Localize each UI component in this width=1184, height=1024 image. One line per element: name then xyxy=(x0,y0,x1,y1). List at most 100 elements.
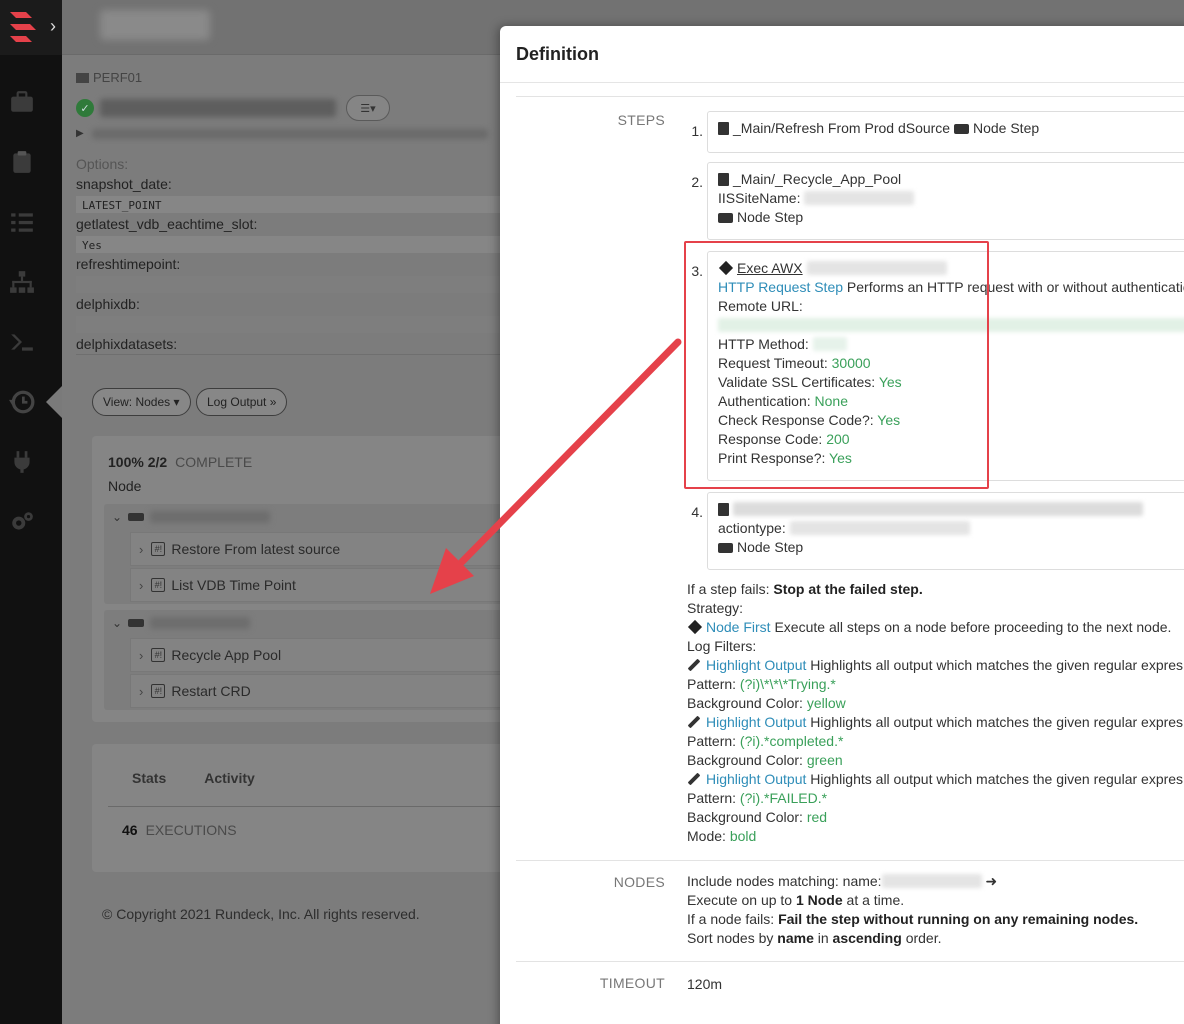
node-step-row[interactable]: › #! List VDB Time Point xyxy=(130,568,512,602)
option-value-redacted xyxy=(76,316,500,333)
section-divider xyxy=(516,961,1184,962)
command-icon: #! xyxy=(151,578,166,592)
server-icon xyxy=(718,213,733,223)
check-circle-icon: ✓ xyxy=(76,99,94,117)
rundeck-logo-icon xyxy=(10,12,36,42)
step-type: Node Step xyxy=(737,539,804,555)
redacted-param-value xyxy=(804,191,915,205)
section-divider xyxy=(516,860,1184,861)
stats-card: Stats Activity 46 EXECUTIONS xyxy=(92,744,512,872)
project-breadcrumb[interactable]: PERF01 xyxy=(76,70,142,85)
option-name: delphixdb: xyxy=(76,296,140,312)
tab-activity[interactable]: Activity xyxy=(204,770,255,786)
step-failure-behavior: If a step fails: Stop at the failed step… xyxy=(687,581,923,597)
execution-nodes-card: 100% 2/2 COMPLETE Node ⌄ › #! Restore From … xyxy=(92,436,512,722)
server-icon xyxy=(953,124,969,134)
option-value: Yes xyxy=(76,236,500,253)
nodes-section-label: NODES xyxy=(613,874,665,890)
command-icon: #! xyxy=(151,648,166,662)
option-name: delphixdatasets: xyxy=(76,336,178,352)
strategy-value: Node First Execute all steps on a node b… xyxy=(687,618,1171,637)
workflow-step-2: _Main/_Recycle_App_Pool IISSiteName: Nod… xyxy=(707,162,1184,240)
redacted-job-name xyxy=(100,99,336,117)
redacted-node-name xyxy=(150,511,271,523)
server-icon xyxy=(128,513,145,521)
log-output-button[interactable]: Log Output » xyxy=(196,388,288,416)
chevron-right-icon[interactable]: › xyxy=(139,542,143,557)
node-step-row[interactable]: › #! Restart CRD xyxy=(130,674,512,708)
pen-icon xyxy=(687,715,701,729)
command-icon: #! xyxy=(151,684,166,698)
chevron-right-icon[interactable]: › xyxy=(50,16,56,37)
chevron-right-icon[interactable]: › xyxy=(139,578,143,593)
definition-modal: Definition STEPS 1. _Main/Refresh From P… xyxy=(500,26,1184,1024)
clipboard-icon[interactable] xyxy=(0,140,44,184)
terminal-icon[interactable] xyxy=(0,320,44,364)
job-title: ✓ ☰▾ xyxy=(76,95,390,121)
arrow-right-icon[interactable]: ➜ xyxy=(985,873,997,889)
job-description: ▶ xyxy=(76,128,488,139)
step-type: Node Step xyxy=(737,209,804,225)
log-filters-label: Log Filters: xyxy=(687,638,757,654)
steps-section-label: STEPS xyxy=(617,112,665,128)
footer-copyright: © Copyright 2021 Rundeck, Inc. All right… xyxy=(102,906,420,922)
option-value: LATEST_POINT xyxy=(76,196,500,213)
divider xyxy=(76,354,500,355)
node-filter: Include nodes matching: name: ➜ xyxy=(687,873,998,889)
node-header[interactable]: ⌄ xyxy=(104,504,512,530)
node-step-row[interactable]: › #! Recycle App Pool xyxy=(130,638,512,672)
briefcase-icon[interactable] xyxy=(0,80,44,124)
list-check-icon[interactable] xyxy=(0,200,44,244)
redacted-job-ref xyxy=(733,502,1143,516)
tab-stats[interactable]: Stats xyxy=(132,770,166,786)
caret-right-icon[interactable]: ▶ xyxy=(76,128,84,139)
log-filter-2-color: Background Color: green xyxy=(687,752,843,768)
option-name: snapshot_date: xyxy=(76,176,172,192)
log-filter-3-mode: Mode: bold xyxy=(687,828,757,844)
executions-count: 46 EXECUTIONS xyxy=(122,822,237,838)
node-header[interactable]: ⌄ xyxy=(104,610,512,636)
option-value-redacted xyxy=(76,276,500,293)
node-failure-behavior: If a node fails: Fail the step without r… xyxy=(687,911,1139,927)
step-number: 1. xyxy=(691,123,703,139)
options-label: Options: xyxy=(76,156,129,172)
rundeck-logo[interactable]: › xyxy=(0,0,62,55)
chevron-right-icon[interactable]: › xyxy=(139,684,143,699)
chevron-down-icon[interactable]: ⌄ xyxy=(112,616,122,630)
step-type: Node Step xyxy=(972,120,1040,136)
redacted-node-name xyxy=(150,617,251,629)
node-column-header: Node xyxy=(108,478,142,494)
step-param-label: actiontype: xyxy=(718,520,786,536)
stats-tabs: Stats Activity xyxy=(132,770,255,786)
view-nodes-button[interactable]: View: Nodes ▾ xyxy=(92,388,191,416)
folder-icon xyxy=(76,73,89,83)
redacted-app-title xyxy=(100,10,210,40)
log-filter-1-pattern: Pattern: (?i)\*\*\*Trying.* xyxy=(687,676,836,692)
pen-icon xyxy=(687,772,701,786)
book-icon xyxy=(718,122,729,135)
chevron-right-icon[interactable]: › xyxy=(139,648,143,663)
log-filter-3-color: Background Color: red xyxy=(687,809,828,825)
server-icon xyxy=(718,543,733,553)
modal-title: Definition xyxy=(516,44,599,64)
redacted-node-filter xyxy=(881,874,982,888)
timeout-section-label: TIMEOUT xyxy=(599,975,665,991)
progress-summary: 100% 2/2 COMPLETE xyxy=(108,454,253,470)
node-threadcount: Execute on up to 1 Node at a time. xyxy=(687,892,905,908)
redacted-param-value xyxy=(789,521,970,535)
strategy-label: Strategy: xyxy=(687,600,744,616)
chevron-down-icon[interactable]: ⌄ xyxy=(112,510,122,524)
timeout-value: 120m xyxy=(687,976,723,992)
job-actions-dropdown[interactable]: ☰▾ xyxy=(346,95,390,121)
node-step-row[interactable]: › #! Restore From latest source xyxy=(130,532,512,566)
gears-icon[interactable] xyxy=(0,500,44,544)
pen-icon xyxy=(687,658,701,672)
workflow-step-1: _Main/Refresh From Prod dSource Node Ste… xyxy=(707,111,1184,153)
plug-icon[interactable] xyxy=(0,440,44,484)
book-icon xyxy=(718,173,729,186)
history-icon[interactable] xyxy=(0,380,44,424)
log-filter-3-pattern: Pattern: (?i).*FAILED.* xyxy=(687,790,828,806)
node-sort-order: Sort nodes by name in ascending order. xyxy=(687,930,942,946)
side-navigation: › xyxy=(0,0,62,1024)
sitemap-icon[interactable] xyxy=(0,260,44,304)
